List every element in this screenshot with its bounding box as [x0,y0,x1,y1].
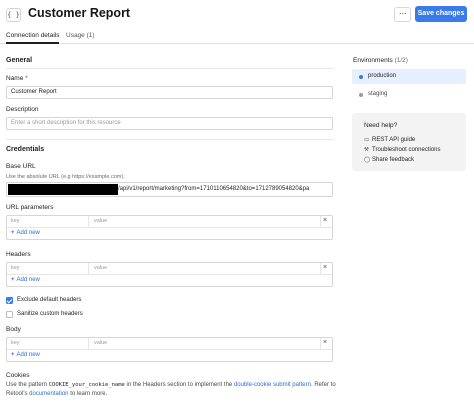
cookies-text: to learn more. [68,391,108,397]
add-new-label: Add new [16,277,40,283]
page-header: { } Customer Report ··· Save changes [0,0,474,29]
table-row: key value × [7,263,332,275]
remove-row-icon[interactable]: × [323,217,327,224]
key-input[interactable]: key [11,265,20,271]
status-dot-icon [359,75,363,79]
divider [320,216,321,227]
environments-title: Environments (1/2) [353,57,408,64]
resource-code-icon: { } [6,8,21,22]
cookies-text: in the Headers section to implement the [124,382,234,388]
exclude-default-headers-label: Exclude default headers [17,297,82,303]
base-url-hint: Use the absolute URL (e.g https://exampl… [6,174,125,180]
key-input[interactable]: key [11,218,20,224]
add-new-label: Add new [16,352,40,358]
description-input[interactable]: Enter a short description for this resou… [6,117,333,130]
plus-icon: + [11,277,15,283]
url-parameters-label: URL parameters [6,204,54,211]
tab-usage[interactable]: Usage (1) [66,32,95,39]
divider [88,216,89,227]
exclude-default-headers-checkbox[interactable] [6,297,13,304]
page-title: Customer Report [28,6,131,20]
environment-label: production [368,73,397,79]
sanitize-custom-headers-label: Sanitize custom headers [17,311,83,317]
table-row: key value × [7,216,332,228]
help-item-label: REST API guide [372,137,416,143]
add-header-button[interactable]: + Add new [7,275,332,286]
divider [6,68,333,69]
double-cookie-submit-link[interactable]: double-cookie submit pattern [234,382,311,388]
body-label: Body [6,326,21,333]
name-label: Name * [6,75,28,82]
add-body-field-button[interactable]: + Add new [7,350,332,361]
cookies-label: Cookies [6,372,30,379]
help-item-label: Troubleshoot connections [372,147,441,153]
add-new-label: Add new [16,230,40,236]
base-url-value: /api/v1/report/marketing?from=1710110654… [118,186,310,192]
value-input[interactable]: value [94,340,107,346]
environment-item-production[interactable]: production [352,69,466,84]
divider [320,338,321,349]
help-item-label: Share feedback [372,157,415,163]
chat-bubble-icon: ◯ [364,157,371,163]
active-tab-indicator [6,42,59,44]
divider [88,263,89,274]
key-input[interactable]: key [11,340,20,346]
documentation-link[interactable]: documentation [29,391,68,397]
redacted-url-prefix [8,184,118,195]
environment-item-staging[interactable]: staging [352,87,466,102]
environments-title-text: Environments [353,57,393,64]
name-label-text: Name [6,75,24,82]
table-row: key value × [7,338,332,350]
required-marker: * [25,75,28,82]
headers-table: key value × + Add new [6,262,333,287]
sanitize-custom-headers-checkbox[interactable] [6,311,13,318]
troubleshoot-connections-link[interactable]: ⚒ Troubleshoot connections [364,147,441,153]
plus-icon: + [11,230,15,236]
section-title-general: General [6,57,33,64]
environment-label: staging [368,91,388,97]
more-options-button[interactable]: ··· [394,7,411,22]
help-title: Need help? [364,122,398,129]
headers-label: Headers [6,251,31,258]
sidebar: Environments (1/2) production staging Ne… [345,46,474,409]
cookies-description: Use the pattern COOKIE_your_cookie_name … [6,381,336,399]
description-label: Description [6,106,39,113]
add-url-parameter-button[interactable]: + Add new [7,228,332,239]
divider [6,139,333,140]
base-url-label: Base URL [6,163,36,170]
save-changes-button[interactable]: Save changes [415,6,467,22]
divider [320,263,321,274]
name-input[interactable]: Customer Report [6,86,333,99]
section-title-credentials: Credentials [6,146,45,153]
value-input[interactable]: value [94,218,107,224]
remove-row-icon[interactable]: × [323,339,327,346]
cookie-pattern-code: COOKIE_your_cookie_name [48,382,125,388]
tab-bar: Connection details Usage (1) [0,30,474,44]
remove-row-icon[interactable]: × [323,264,327,271]
status-dot-icon [359,93,363,97]
value-input[interactable]: value [94,265,107,271]
cookies-text: Use the pattern [6,382,49,388]
share-feedback-link[interactable]: ◯ Share feedback [364,157,414,163]
url-parameters-table: key value × + Add new [6,215,333,240]
book-icon: ▭ [364,137,370,143]
environments-count: (1/2) [394,57,408,64]
wrench-icon: ⚒ [364,147,369,153]
divider [88,338,89,349]
body-table: key value × + Add new [6,337,333,362]
help-panel: Need help? ▭ REST API guide ⚒ Troubleshoot… [352,113,466,171]
tab-connection-details[interactable]: Connection details [6,32,59,39]
plus-icon: + [11,352,15,358]
rest-api-guide-link[interactable]: ▭ REST API guide [364,137,415,143]
